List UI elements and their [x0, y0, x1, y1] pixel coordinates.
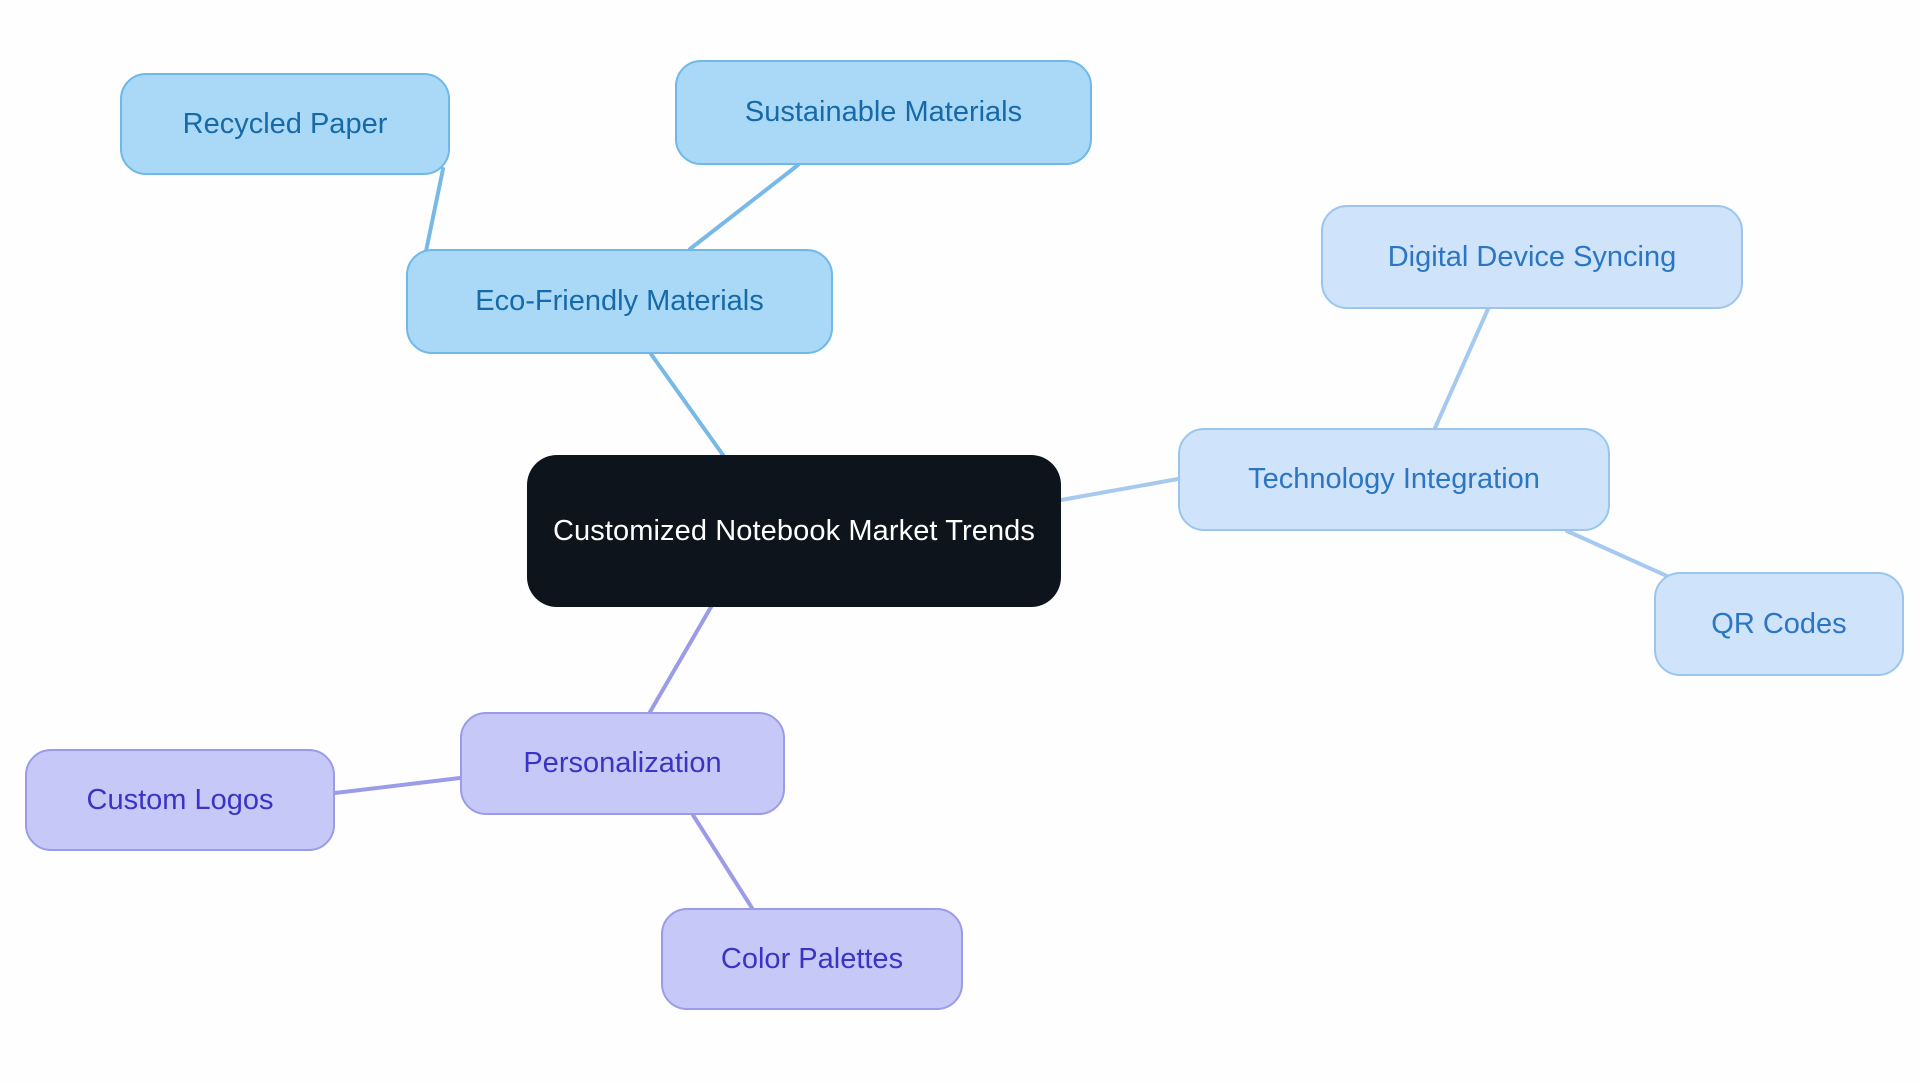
node-label: Technology Integration [1248, 463, 1540, 496]
node-label: Recycled Paper [182, 107, 388, 140]
node-label: Color Palettes [720, 942, 904, 975]
node-label: Eco-Friendly Materials [475, 285, 764, 318]
node-technology[interactable]: Technology Integration [1178, 428, 1610, 531]
node-color-palettes[interactable]: Color Palettes [661, 908, 963, 1010]
node-personalization[interactable]: Personalization [460, 712, 785, 815]
node-label: Digital Device Syncing [1387, 240, 1677, 273]
node-label: QR Codes [1711, 607, 1847, 640]
node-root[interactable]: Customized Notebook Market Trends [527, 455, 1061, 607]
node-qr-codes[interactable]: QR Codes [1654, 572, 1904, 676]
node-label: Personalization [523, 747, 722, 780]
node-recycled-paper[interactable]: Recycled Paper [120, 73, 450, 175]
node-eco[interactable]: Eco-Friendly Materials [406, 249, 833, 354]
edge-personalization-to-color-palettes [691, 813, 754, 910]
edge-technology-to-qr-codes [1565, 529, 1680, 583]
edge-root-to-personalization [648, 605, 713, 714]
edge-eco-to-recycled-paper [423, 167, 445, 258]
edge-eco-to-sustainable-materials [688, 163, 800, 251]
edge-personalization-to-custom-logos [333, 776, 462, 795]
node-digital-device-syncing[interactable]: Digital Device Syncing [1321, 205, 1743, 309]
node-sustainable-materials[interactable]: Sustainable Materials [675, 60, 1092, 165]
mind-map-canvas: Customized Notebook Market Trends Eco-Fri… [0, 0, 1920, 1083]
node-label: Sustainable Materials [744, 96, 1023, 129]
node-custom-logos[interactable]: Custom Logos [25, 749, 335, 851]
edge-root-to-eco [649, 352, 725, 457]
edge-root-to-technology [1059, 477, 1180, 502]
edge-technology-to-digital-device-syncing [1433, 307, 1490, 430]
node-label: Customized Notebook Market Trends [552, 514, 1035, 547]
node-label: Custom Logos [86, 783, 274, 816]
